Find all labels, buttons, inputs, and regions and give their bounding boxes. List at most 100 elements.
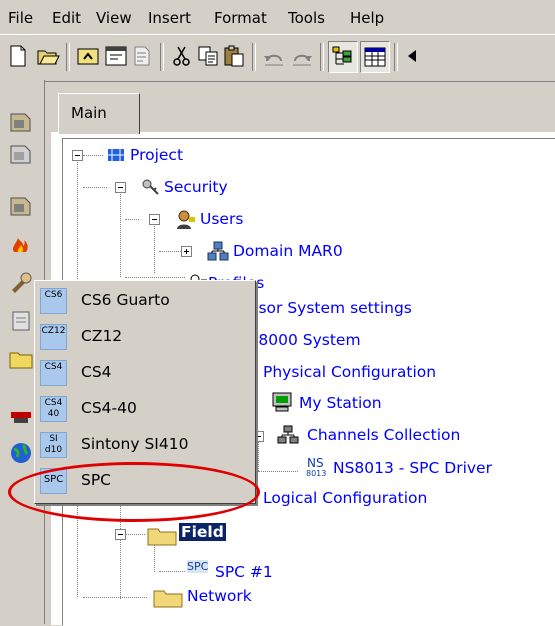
tree-item-system[interactable]: M8000 System xyxy=(245,331,361,349)
cs4-icon: CS4 xyxy=(40,360,67,386)
tree-line xyxy=(83,155,103,156)
popup-item-label: CS4-40 xyxy=(81,399,137,417)
toolbar-separator xyxy=(252,43,256,71)
popup-item-label: SPC xyxy=(81,471,112,489)
popup-item-cs4-40[interactable]: CS4 40 CS4-40 xyxy=(37,391,251,425)
arrow-left-icon[interactable] xyxy=(400,44,416,68)
spc-menu-icon-label: SPC xyxy=(43,474,64,485)
tree-line xyxy=(83,597,147,598)
tree-line xyxy=(159,251,181,252)
tool-icon[interactable] xyxy=(8,270,34,296)
collapse-toggle[interactable] xyxy=(72,150,83,161)
tree-item-users[interactable]: Users xyxy=(200,210,243,228)
cz12-icon-label: CZ12 xyxy=(41,326,66,336)
spc-icon: SPC xyxy=(187,559,213,581)
network-folder-icon xyxy=(153,586,183,608)
popup-item-spc[interactable]: SPC SPC xyxy=(37,463,251,497)
collapse-toggle[interactable] xyxy=(115,182,126,193)
tree-item-security[interactable]: Security xyxy=(164,178,228,196)
spc-icon-label: SPC xyxy=(187,560,209,573)
cabinet-icon[interactable] xyxy=(8,192,34,218)
undo-icon[interactable] xyxy=(262,44,286,68)
popup-item-label: CZ12 xyxy=(81,327,123,345)
tree-item-physical-configuration[interactable]: Physical Configuration xyxy=(263,363,436,381)
tab-main-label: Main xyxy=(71,104,107,122)
menu-help[interactable]: Help xyxy=(350,9,384,27)
popup-item-cz12[interactable]: CZ12 CZ12 xyxy=(37,319,251,353)
cs4-40-icon-label: CS4 xyxy=(44,398,63,408)
station-icon xyxy=(271,391,293,413)
menu-tools[interactable]: Tools xyxy=(288,9,325,27)
popup-item-label: CS4 xyxy=(81,363,112,381)
paste-icon[interactable] xyxy=(222,44,246,68)
folder-up-icon[interactable] xyxy=(76,44,100,68)
tree-line xyxy=(125,277,185,278)
cabinet-icon[interactable] xyxy=(8,108,34,134)
project-icon xyxy=(105,144,127,166)
copy-icon[interactable] xyxy=(196,44,220,68)
expand-toggle[interactable] xyxy=(181,246,192,257)
menu-view[interactable]: View xyxy=(96,9,132,27)
cs4-40-icon: CS4 40 xyxy=(40,396,67,422)
menu-file[interactable]: File xyxy=(8,9,33,27)
cs6-icon: CS6 xyxy=(40,288,67,314)
toolbar xyxy=(0,34,555,82)
tree-line xyxy=(120,187,121,277)
cabinet-icon[interactable] xyxy=(8,140,34,166)
popup-item-sintony-si410[interactable]: SI d10 Sintony SI410 xyxy=(37,427,251,461)
globe-icon[interactable] xyxy=(8,440,34,466)
tree-line xyxy=(154,219,155,273)
tree-line xyxy=(125,534,145,535)
toolbar-separator xyxy=(394,43,398,71)
users-icon xyxy=(175,208,197,230)
insert-device-popup-menu: CS6 CS6 Guarto CZ12 CZ12 CS4 CS4 CS4 40 … xyxy=(34,280,256,504)
tree-view-icon[interactable] xyxy=(328,41,358,73)
si410-icon-sublabel: d10 xyxy=(44,445,63,455)
tool-icon[interactable] xyxy=(8,308,34,334)
redo-icon[interactable] xyxy=(290,44,314,68)
popup-item-cs4[interactable]: CS4 CS4 xyxy=(37,355,251,389)
tree-item-logical-configuration[interactable]: Logical Configuration xyxy=(263,489,427,507)
menu-bar: File Edit View Insert Format Tools Help xyxy=(0,0,555,34)
security-icon xyxy=(139,176,161,198)
tab-strip: Main xyxy=(44,80,555,134)
popup-item-label: Sintony SI410 xyxy=(81,435,189,453)
cs4-icon-label: CS4 xyxy=(44,362,63,372)
tree-item-channels-collection[interactable]: Channels Collection xyxy=(307,426,460,444)
open-folder-icon[interactable] xyxy=(36,44,60,68)
ns8013-icon-top: NS xyxy=(307,456,324,470)
cut-icon[interactable] xyxy=(170,44,194,68)
new-file-icon[interactable] xyxy=(6,44,30,68)
menu-edit[interactable]: Edit xyxy=(52,9,81,27)
tree-item-spc-1[interactable]: SPC #1 xyxy=(215,563,273,581)
ns8013-icon-bottom: 8013 xyxy=(306,469,327,478)
popup-item-label: CS6 Guarto xyxy=(81,291,170,309)
cz12-icon: CZ12 xyxy=(40,324,67,350)
collapse-toggle[interactable] xyxy=(149,214,160,225)
popup-item-cs6-guarto[interactable]: CS6 CS6 Guarto xyxy=(37,283,251,317)
fire-icon[interactable] xyxy=(8,230,34,256)
grid-view-icon[interactable] xyxy=(360,41,390,73)
collapse-toggle[interactable] xyxy=(115,529,126,540)
domain-icon xyxy=(207,240,229,262)
tree-item-network[interactable]: Network xyxy=(187,587,252,605)
tree-line xyxy=(120,499,121,599)
properties-icon[interactable] xyxy=(130,44,154,68)
menu-format[interactable]: Format xyxy=(214,9,267,27)
tree-item-project[interactable]: Project xyxy=(130,146,183,164)
folder-icon[interactable] xyxy=(8,346,34,372)
alarm-icon[interactable] xyxy=(8,400,34,426)
tree-item-my-station[interactable]: My Station xyxy=(299,394,382,412)
menu-insert[interactable]: Insert xyxy=(148,9,191,27)
window-icon[interactable] xyxy=(104,44,128,68)
toolbar-separator xyxy=(66,43,70,71)
tree-item-driver[interactable]: NS8013 - SPC Driver xyxy=(333,459,492,477)
tree-item-domain[interactable]: Domain MAR0 xyxy=(233,242,343,260)
tab-main[interactable]: Main xyxy=(58,93,140,134)
field-folder-icon xyxy=(147,524,177,546)
tree-item-supervisor-settings[interactable]: visor System settings xyxy=(245,299,412,317)
tree-item-field[interactable]: Field xyxy=(179,523,226,541)
toolbar-separator xyxy=(320,43,324,71)
tree-line xyxy=(159,571,185,572)
tree-line xyxy=(258,471,298,472)
